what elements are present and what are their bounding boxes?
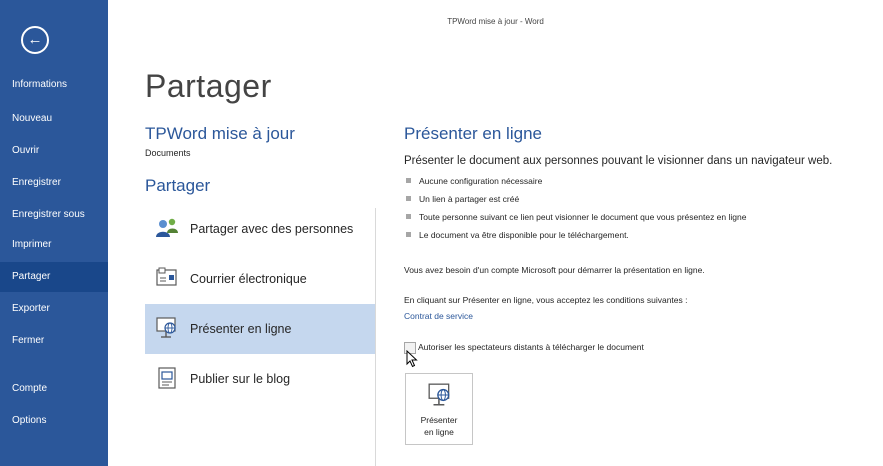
- nav-item-fermer[interactable]: Fermer: [0, 326, 108, 356]
- window-title: TPWord mise à jour - Word: [447, 17, 544, 26]
- share-option-people[interactable]: Partager avec des personnes: [145, 204, 375, 254]
- nav-item-options[interactable]: Options: [0, 406, 108, 436]
- bullet-icon: [406, 214, 411, 219]
- present-online-button[interactable]: Présenter en ligne: [405, 373, 473, 445]
- bullet-icon: [406, 196, 411, 201]
- back-arrow-icon[interactable]: ←: [21, 26, 49, 54]
- share-option-email[interactable]: Courrier électronique: [145, 254, 375, 304]
- panel-title: Présenter en ligne: [404, 124, 542, 143]
- document-name: TPWord mise à jour: [145, 124, 295, 143]
- present-online-icon: [156, 317, 176, 338]
- share-option-people-label: Partager avec des personnes: [190, 222, 354, 236]
- bullet-icon: [406, 232, 411, 237]
- nav-item-imprimer[interactable]: Imprimer: [0, 230, 108, 260]
- word-backstage-window: ← Informations Nouveau Ouvrir Enregistre…: [0, 0, 883, 466]
- allow-download-label[interactable]: Autoriser les spectateurs distants à tél…: [418, 342, 644, 352]
- share-option-present-online[interactable]: Présenter en ligne: [145, 304, 375, 354]
- list-item-text: Le document va être disponible pour le t…: [419, 230, 629, 240]
- share-option-blog[interactable]: Publier sur le blog: [145, 354, 375, 404]
- mouse-cursor-icon: [406, 350, 418, 368]
- nav-item-ouvrir[interactable]: Ouvrir: [0, 136, 108, 166]
- nav-item-partager[interactable]: Partager: [0, 262, 108, 292]
- people-icon: [156, 218, 178, 237]
- nav-item-informations[interactable]: Informations: [0, 70, 108, 100]
- service-agreement-link[interactable]: Contrat de service: [404, 311, 473, 321]
- nav-item-nouveau[interactable]: Nouveau: [0, 104, 108, 134]
- nav-item-enregistrer-sous[interactable]: Enregistrer sous: [0, 200, 108, 230]
- button-label-line: Présenter: [420, 415, 458, 425]
- terms-text: En cliquant sur Présenter en ligne, vous…: [404, 295, 688, 305]
- nav-item-enregistrer[interactable]: Enregistrer: [0, 168, 108, 198]
- feature-list: Aucune configuration nécessaire Un lien …: [404, 172, 746, 244]
- list-item-text: Aucune configuration nécessaire: [419, 176, 543, 186]
- panel-intro: Présenter le document aux personnes pouv…: [404, 155, 833, 167]
- backstage-nav: ← Informations Nouveau Ouvrir Enregistre…: [0, 0, 108, 466]
- blog-icon: [158, 367, 176, 389]
- list-item: Un lien à partager est créé: [404, 190, 746, 208]
- list-item-text: Un lien à partager est créé: [419, 194, 520, 204]
- account-note: Vous avez besoin d'un compte Microsoft p…: [404, 265, 705, 275]
- nav-item-compte[interactable]: Compte: [0, 374, 108, 404]
- share-option-present-online-label: Présenter en ligne: [190, 322, 292, 336]
- list-item-text: Toute personne suivant ce lien peut visi…: [419, 212, 747, 222]
- section-heading: Partager: [145, 176, 211, 195]
- button-label-line: en ligne: [424, 427, 454, 437]
- list-item: Toute personne suivant ce lien peut visi…: [404, 208, 746, 226]
- list-item: Aucune configuration nécessaire: [404, 172, 746, 190]
- present-online-icon: [428, 383, 450, 406]
- column-divider: [375, 208, 376, 466]
- bullet-icon: [406, 178, 411, 183]
- envelope-icon: [156, 267, 177, 286]
- present-online-button-label: Présenter en ligne: [406, 414, 472, 438]
- share-option-blog-label: Publier sur le blog: [190, 372, 291, 386]
- list-item: Le document va être disponible pour le t…: [404, 226, 746, 244]
- page-title: Partager: [145, 68, 272, 104]
- document-location: Documents: [145, 148, 191, 158]
- share-option-email-label: Courrier électronique: [190, 272, 307, 286]
- nav-item-exporter[interactable]: Exporter: [0, 294, 108, 324]
